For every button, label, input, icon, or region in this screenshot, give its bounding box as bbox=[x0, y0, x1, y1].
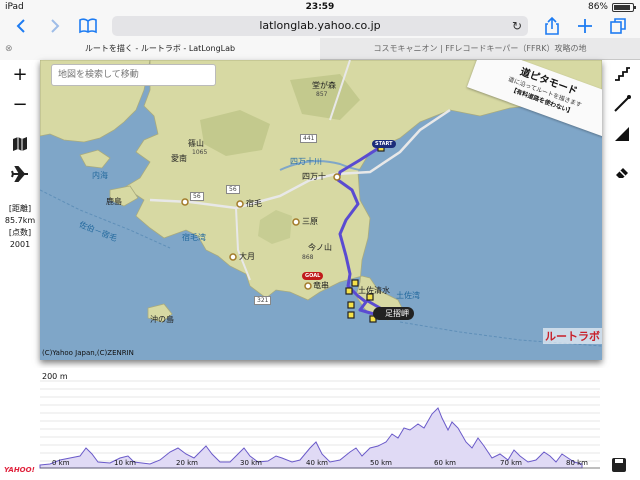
close-tab-icon[interactable]: ⊗ bbox=[5, 38, 13, 60]
waypoint-marker[interactable] bbox=[345, 287, 353, 295]
place-okinoshima: 沖の島 bbox=[150, 315, 174, 324]
tab-routelab[interactable]: ⊗ ルートを描く - ルートラボ - LatLongLab bbox=[0, 38, 320, 60]
slope-icon bbox=[615, 127, 629, 141]
back-button[interactable] bbox=[12, 16, 32, 36]
yahoo-logo: YAHOO! bbox=[4, 466, 35, 474]
elevation-y-label: 200 m bbox=[42, 372, 68, 381]
place-dogamori: 堂が森 bbox=[312, 81, 336, 90]
plus-icon bbox=[578, 19, 592, 33]
place-shimanto: 四万十 bbox=[302, 172, 326, 181]
distance-label: [距離] bbox=[8, 204, 32, 213]
new-tab-button[interactable] bbox=[575, 16, 595, 36]
status-bar: iPad 23:59 86% bbox=[0, 0, 640, 14]
forward-button[interactable] bbox=[44, 16, 64, 36]
points-value: 2001 bbox=[9, 240, 31, 249]
sea-sukumo-bay: 宿毛湾 bbox=[182, 233, 206, 242]
battery-percent: 86% bbox=[587, 2, 608, 12]
elevation-profile[interactable]: 200 m 0 km 10 km 20 km 30 km 40 km 50 km… bbox=[0, 368, 640, 480]
river-shimanto: 四万十川 bbox=[290, 157, 322, 166]
cape-label: 足摺岬 bbox=[373, 307, 414, 320]
clock: 23:59 bbox=[305, 2, 335, 12]
place-kashima: 鹿島 bbox=[106, 197, 122, 206]
start-pin[interactable]: START bbox=[372, 140, 396, 148]
place-sukumo: 宿毛 bbox=[246, 199, 262, 208]
x-tick-label: 0 km bbox=[52, 459, 70, 467]
map-search-input[interactable] bbox=[51, 64, 216, 86]
x-tick-label: 20 km bbox=[176, 459, 199, 467]
folded-map-icon bbox=[13, 137, 27, 151]
route-56-shield: 56 bbox=[226, 185, 240, 194]
book-icon bbox=[79, 18, 97, 34]
share-icon bbox=[545, 16, 559, 35]
left-toolbar: + − [距離] 85.7km [点数] 2001 bbox=[0, 60, 40, 365]
line-tool-button[interactable] bbox=[610, 94, 634, 116]
eraser-icon bbox=[616, 168, 628, 178]
x-tick-label: 30 km bbox=[240, 459, 263, 467]
place-ainan: 愛南 bbox=[171, 154, 187, 163]
sea-tosa-bay: 土佐湾 bbox=[396, 291, 420, 300]
routelab-logo: ルートラボ bbox=[543, 328, 602, 344]
tabs-button[interactable] bbox=[608, 16, 628, 36]
bookmarks-button[interactable] bbox=[78, 16, 98, 36]
tab-ffrk[interactable]: コスモキャニオン | FFレコードキーパー（FFRK）攻略の地 bbox=[320, 38, 640, 60]
elevation-dogamori: 857 bbox=[316, 91, 328, 98]
browser-toolbar: latlonglab.yahoo.co.jp ↻ bbox=[0, 14, 640, 38]
waypoint-marker[interactable] bbox=[347, 311, 355, 319]
zoom-out-button[interactable]: − bbox=[8, 94, 32, 116]
place-sasayama: 篠山 bbox=[188, 139, 204, 148]
chevron-right-icon bbox=[51, 19, 60, 33]
waypoint-marker[interactable] bbox=[347, 301, 355, 309]
route-321-shield: 321 bbox=[254, 296, 272, 305]
elevation-tool-button[interactable] bbox=[610, 124, 634, 146]
url-text: latlonglab.yahoo.co.jp bbox=[259, 19, 381, 32]
save-icon[interactable] bbox=[612, 458, 626, 472]
x-tick-label: 10 km bbox=[114, 459, 137, 467]
elevation-imanoyama: 868 bbox=[302, 254, 314, 261]
route-stats: [距離] 85.7km [点数] 2001 bbox=[2, 203, 38, 251]
x-tick-label: 70 km bbox=[500, 459, 523, 467]
stairs-tool-button[interactable] bbox=[610, 64, 634, 86]
stairs-icon bbox=[615, 67, 630, 81]
right-toolbar bbox=[603, 60, 640, 365]
share-button[interactable] bbox=[542, 16, 562, 36]
place-otsuki: 大月 bbox=[239, 252, 255, 261]
island bbox=[79, 149, 111, 169]
x-tick-label: 60 km bbox=[434, 459, 457, 467]
tab-label: コスモキャニオン | FFレコードキーパー（FFRK）攻略の地 bbox=[373, 44, 587, 53]
goal-pin[interactable]: GOAL bbox=[302, 272, 324, 280]
place-tosashimizu: 土佐清水 bbox=[358, 286, 390, 295]
distance-value: 85.7km bbox=[4, 216, 36, 225]
airplane-icon bbox=[11, 166, 28, 182]
battery-icon bbox=[612, 3, 636, 12]
map-copyright: (C)Yahoo Japan,(C)ZENRIN bbox=[42, 349, 134, 357]
chevron-left-icon bbox=[16, 19, 25, 33]
place-tatsukushi: 竜串 bbox=[313, 281, 329, 290]
elevation-sasayama: 1065 bbox=[192, 149, 208, 156]
tab-strip: ⊗ ルートを描く - ルートラボ - LatLongLab コスモキャニオン |… bbox=[0, 38, 640, 60]
place-mihara: 三原 bbox=[302, 217, 318, 226]
route-56-shield: 56 bbox=[190, 192, 204, 201]
map-type-button[interactable] bbox=[8, 134, 32, 156]
points-label: [点数] bbox=[8, 228, 32, 237]
sea-uchiumi: 内海 bbox=[92, 171, 108, 180]
zoom-in-button[interactable]: + bbox=[8, 64, 32, 86]
x-tick-label: 40 km bbox=[306, 459, 329, 467]
eraser-button[interactable] bbox=[610, 162, 634, 184]
x-tick-label: 80 km bbox=[566, 459, 589, 467]
airplane-button[interactable] bbox=[8, 164, 32, 186]
address-bar[interactable]: latlonglab.yahoo.co.jp ↻ bbox=[112, 16, 528, 36]
tabs-icon bbox=[610, 18, 626, 34]
tab-label: ルートを描く - ルートラボ - LatLongLab bbox=[84, 44, 236, 53]
reload-icon[interactable]: ↻ bbox=[512, 16, 522, 36]
line-draw-icon bbox=[614, 95, 631, 112]
route-441-shield: 441 bbox=[300, 134, 318, 143]
place-imanoyama: 今ノ山 bbox=[308, 243, 332, 252]
map-view[interactable]: 道ピタモード 道に沿ってルートを描きます 【有料道路を使わない】 堂が森 857… bbox=[40, 60, 602, 360]
x-tick-label: 50 km bbox=[370, 459, 393, 467]
